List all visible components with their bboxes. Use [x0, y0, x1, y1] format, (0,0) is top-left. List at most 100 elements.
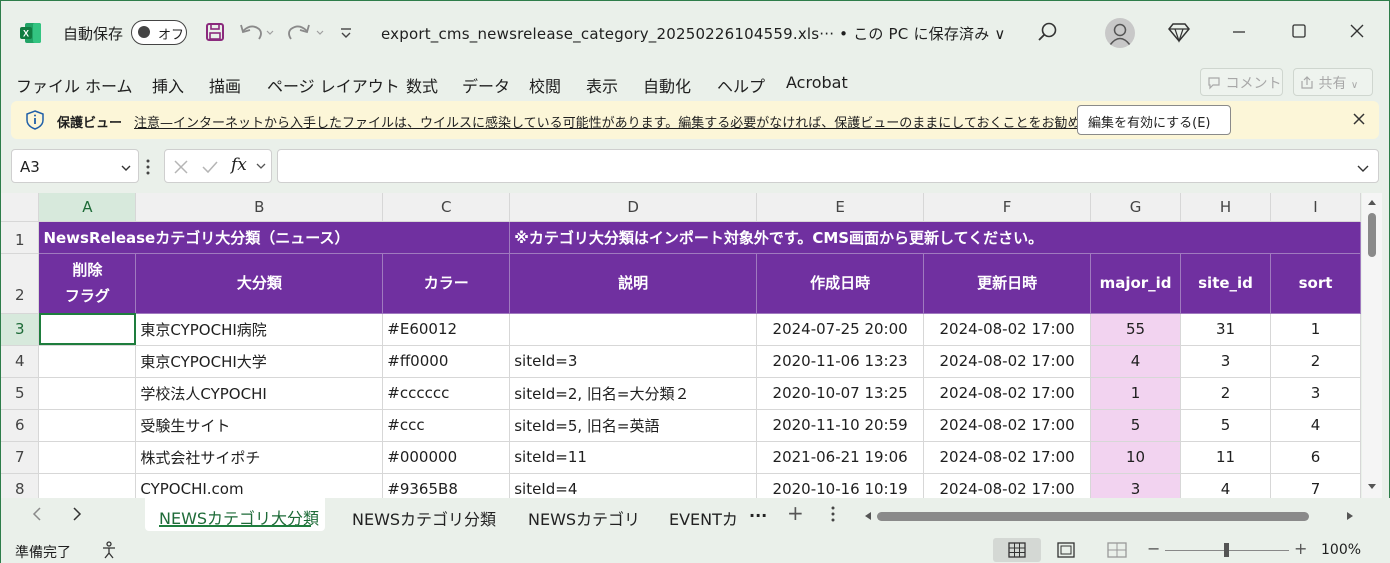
table-cell[interactable]: 3	[1090, 473, 1182, 498]
tab-home[interactable]: ホーム	[85, 73, 133, 97]
comment-button[interactable]: コメント	[1200, 68, 1283, 96]
undo-icon[interactable]	[239, 21, 275, 47]
table-cell[interactable]: CYPOCHI.com	[135, 473, 384, 498]
row-header[interactable]: 5	[1, 377, 40, 410]
table-cell[interactable]: 2024-08-02 17:00	[923, 313, 1092, 346]
autosave-toggle[interactable]: オフ	[131, 20, 187, 45]
table-cell[interactable]: 2	[1180, 377, 1271, 410]
header-cell[interactable]: site_id	[1180, 253, 1271, 314]
table-cell[interactable]: siteId=11	[509, 441, 758, 474]
select-all-corner[interactable]	[1, 193, 40, 222]
column-header-c[interactable]: C	[382, 193, 511, 222]
tab-insert[interactable]: 挿入	[152, 73, 184, 97]
page-layout-view-icon[interactable]	[1057, 542, 1075, 558]
scroll-left-icon[interactable]	[863, 511, 873, 521]
table-cell[interactable]	[38, 345, 137, 378]
table-cell[interactable]: 株式会社サイポチ	[135, 441, 384, 474]
table-cell[interactable]: 2024-08-02 17:00	[923, 345, 1092, 378]
redo-icon[interactable]	[287, 21, 327, 47]
table-cell[interactable]: #E60012	[382, 313, 511, 346]
table-cell[interactable]: 2020-11-06 13:23	[756, 345, 925, 378]
table-cell[interactable]: 3	[1270, 377, 1361, 410]
cancel-icon[interactable]	[173, 159, 189, 175]
table-cell[interactable]	[38, 409, 137, 442]
tab-help[interactable]: ヘルプ	[717, 73, 765, 97]
chevron-down-icon[interactable]	[120, 160, 132, 178]
table-cell[interactable]: 東京CYPOCHI大学	[135, 345, 384, 378]
chevron-down-icon[interactable]	[255, 162, 267, 172]
header-cell[interactable]: 大分類	[135, 253, 384, 314]
sheet-title-cell[interactable]: NewsReleaseカテゴリ大分類（ニュース）	[38, 221, 511, 254]
table-cell[interactable]: siteId=5, 旧名=英語	[509, 409, 758, 442]
row-header[interactable]: 1	[1, 221, 40, 254]
sheet-tab[interactable]: NEWSカテゴリ	[528, 506, 640, 530]
table-cell[interactable]: 10	[1090, 441, 1182, 474]
enter-check-icon[interactable]	[201, 159, 219, 175]
table-cell[interactable]	[38, 377, 137, 410]
maximize-button[interactable]	[1287, 19, 1311, 43]
enable-editing-button[interactable]: 編集を有効にする(E)	[1077, 105, 1231, 135]
table-cell[interactable]: #cccccc	[382, 377, 511, 410]
table-cell[interactable]: 2024-07-25 20:00	[756, 313, 925, 346]
column-header-f[interactable]: F	[923, 193, 1092, 222]
name-box[interactable]: A3	[11, 149, 139, 183]
table-cell[interactable]: 受験生サイト	[135, 409, 384, 442]
table-cell[interactable]: siteId=3	[509, 345, 758, 378]
page-break-preview-icon[interactable]	[1107, 542, 1127, 558]
column-header-h[interactable]: H	[1180, 193, 1271, 222]
vertical-scrollbar[interactable]	[1362, 193, 1382, 498]
table-cell[interactable]: 2024-08-02 17:00	[923, 473, 1092, 498]
expand-formula-icon[interactable]	[1356, 160, 1370, 179]
table-cell[interactable]: 東京CYPOCHI病院	[135, 313, 384, 346]
avatar[interactable]	[1105, 18, 1135, 48]
table-cell[interactable]: 2024-08-02 17:00	[923, 377, 1092, 410]
scroll-right-icon[interactable]	[1345, 511, 1355, 521]
protected-view-message[interactable]: 注意—インターネットから入手したファイルは、ウイルスに感染している可能性がありま…	[134, 112, 1131, 131]
table-cell[interactable]: 5	[1180, 409, 1271, 442]
table-cell[interactable]: #ccc	[382, 409, 511, 442]
row-header[interactable]: 2	[1, 253, 40, 314]
table-cell[interactable]	[38, 473, 137, 498]
formula-input[interactable]	[277, 149, 1379, 183]
close-icon[interactable]	[1351, 111, 1367, 131]
header-cell[interactable]: 更新日時	[923, 253, 1092, 314]
table-cell[interactable]: 7	[1270, 473, 1361, 498]
table-cell[interactable]: 31	[1180, 313, 1271, 346]
table-cell[interactable]: 2021-06-21 19:06	[756, 441, 925, 474]
normal-view-button[interactable]	[993, 538, 1041, 562]
more-dots-icon[interactable]	[146, 159, 150, 179]
insert-function-icon[interactable]: fx	[231, 155, 247, 175]
table-cell[interactable]: siteId=4	[509, 473, 758, 498]
column-header-d[interactable]: D	[509, 193, 758, 222]
scroll-up-icon[interactable]	[1367, 198, 1377, 206]
table-cell[interactable]: 6	[1270, 441, 1361, 474]
table-cell[interactable]: 1	[1090, 377, 1182, 410]
document-title[interactable]: export_cms_newsrelease_category_20250226…	[381, 23, 1006, 44]
column-header-e[interactable]: E	[756, 193, 925, 222]
table-cell[interactable]: 2024-08-02 17:00	[923, 409, 1092, 442]
save-icon[interactable]	[205, 22, 225, 42]
header-cell[interactable]: カラー	[382, 253, 511, 314]
header-cell[interactable]: sort	[1270, 253, 1361, 314]
worksheet-grid[interactable]: A B C D E F G H I 1 NewsReleaseカテゴリ大分類（ニ…	[1, 193, 1361, 498]
customize-qat-icon[interactable]	[339, 25, 353, 44]
tab-acrobat[interactable]: Acrobat	[786, 73, 848, 92]
table-cell[interactable]: 学校法人CYPOCHI	[135, 377, 384, 410]
minimize-button[interactable]	[1227, 19, 1251, 43]
table-cell[interactable]	[509, 313, 758, 346]
next-sheet-icon[interactable]	[71, 506, 83, 526]
sheet-note-cell[interactable]: ※カテゴリ大分類はインポート対象外です。CMS画面から更新してください。	[509, 221, 1361, 254]
active-cell[interactable]	[38, 313, 137, 346]
more-options-icon[interactable]	[831, 506, 835, 526]
row-header[interactable]: 8	[1, 473, 40, 498]
table-cell[interactable]: 1	[1270, 313, 1361, 346]
table-cell[interactable]: 5	[1090, 409, 1182, 442]
horizontal-scrollbar[interactable]	[863, 509, 1363, 523]
row-header[interactable]: 3	[1, 313, 40, 346]
zoom-out-icon[interactable]: −	[1147, 539, 1160, 558]
table-cell[interactable]	[38, 441, 137, 474]
tab-file[interactable]: ファイル	[16, 73, 80, 97]
row-header[interactable]: 6	[1, 409, 40, 442]
table-cell[interactable]: 4	[1180, 473, 1271, 498]
table-cell[interactable]: #000000	[382, 441, 511, 474]
